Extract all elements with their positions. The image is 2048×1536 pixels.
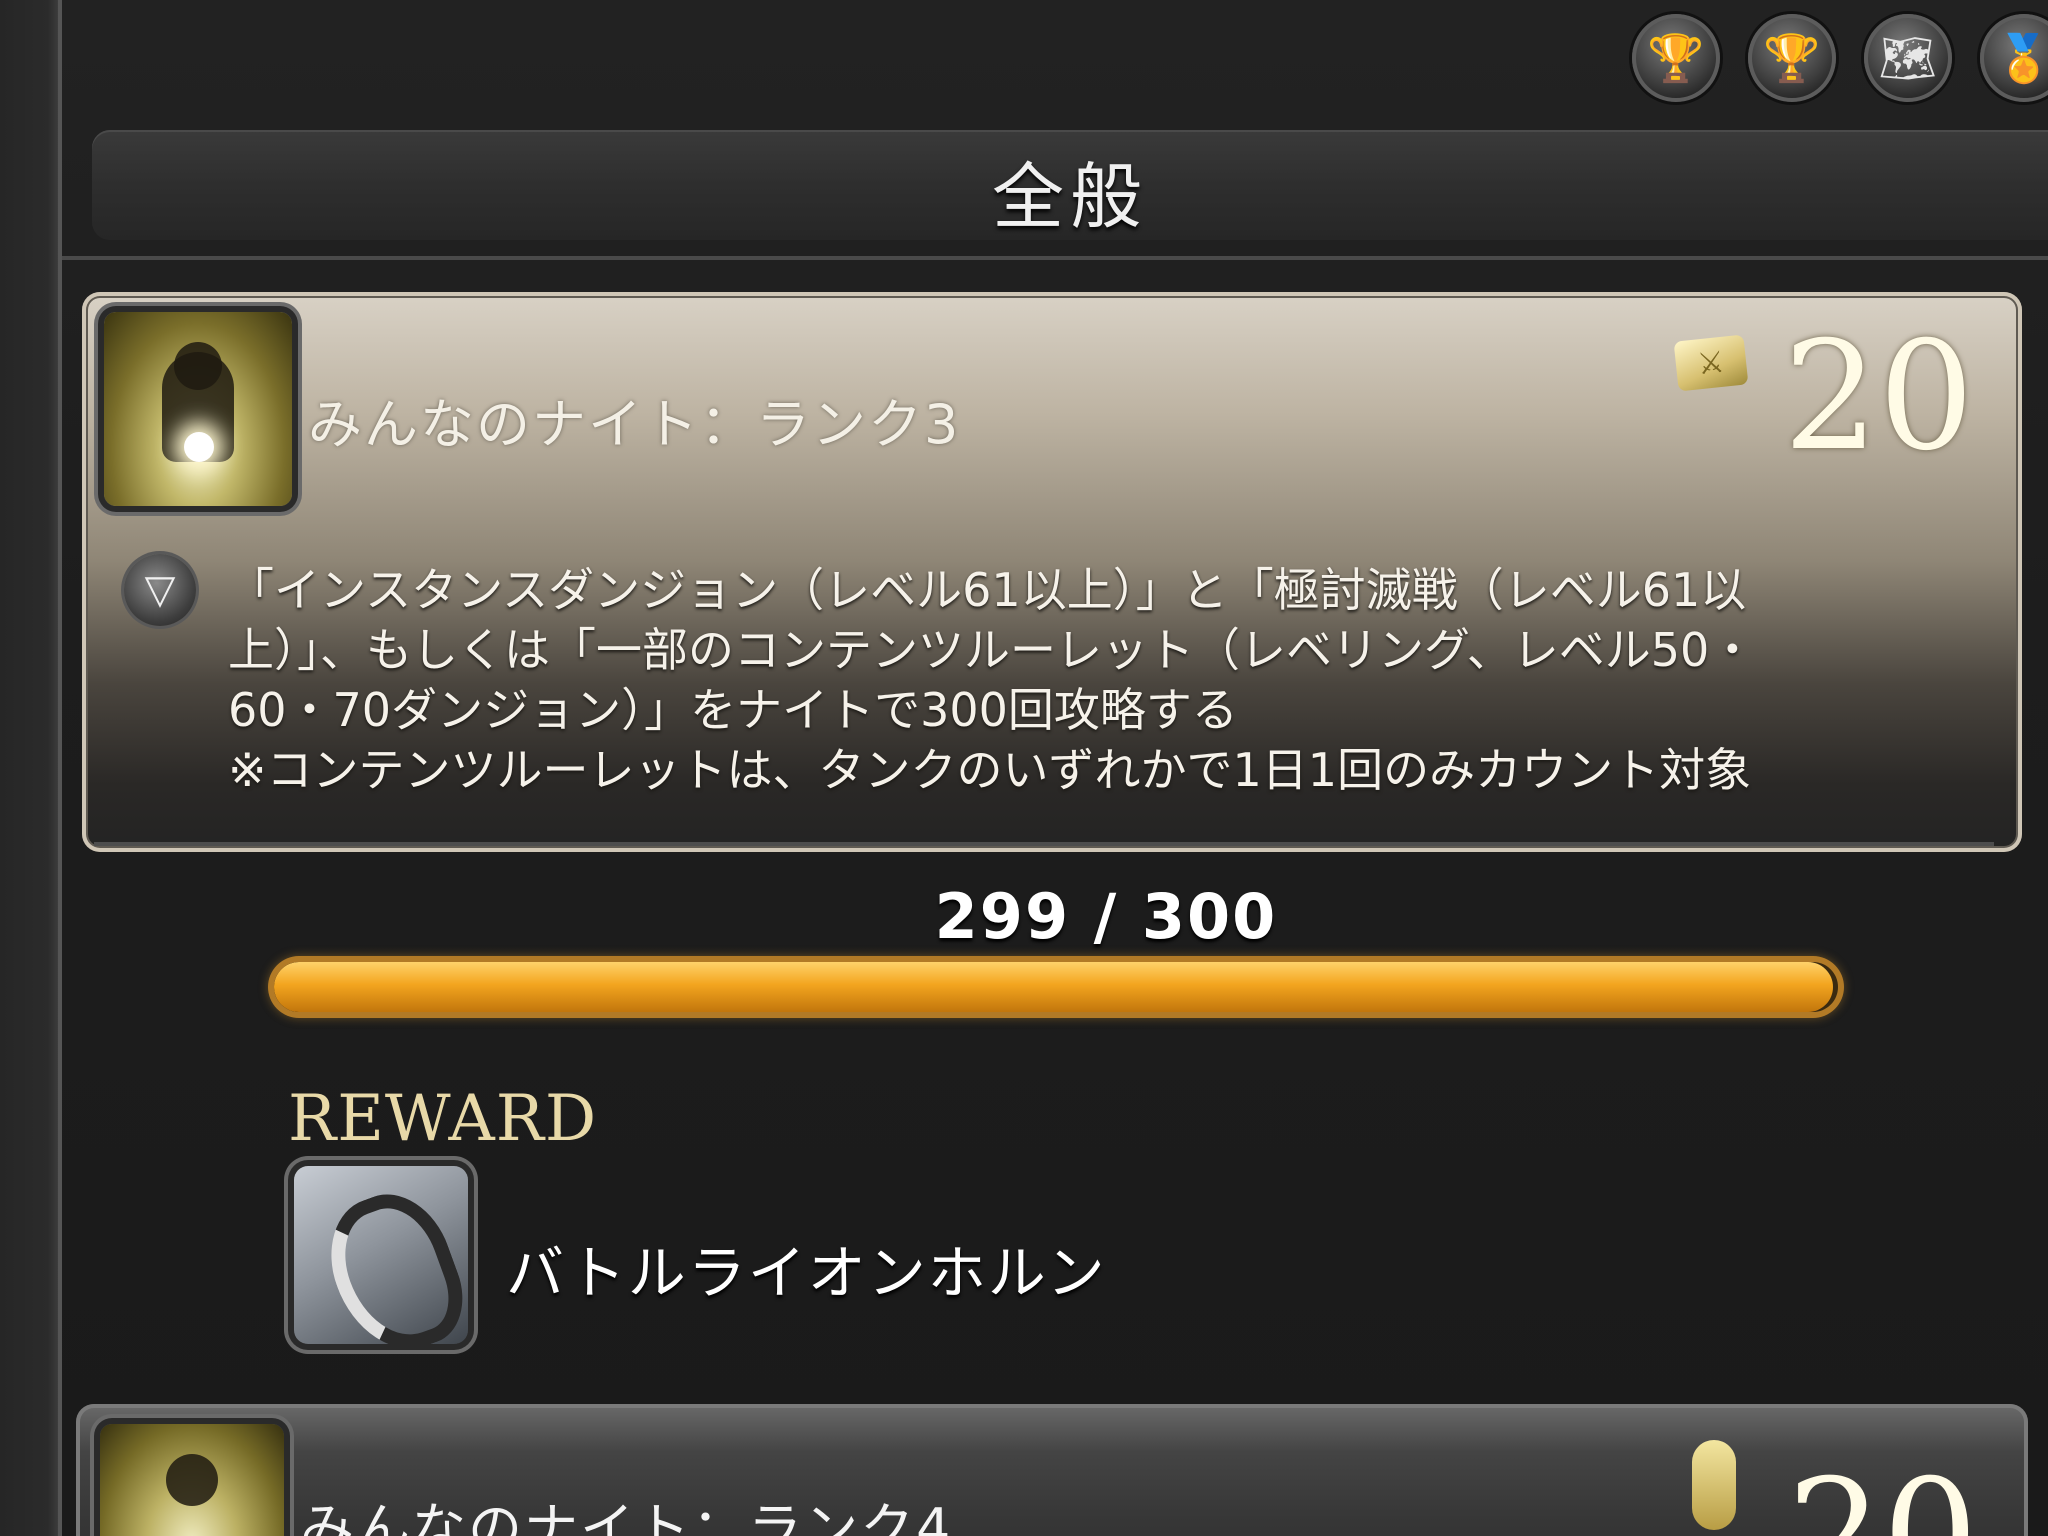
- achievement-title: みんなのナイト：ランク3: [308, 393, 961, 456]
- cup-icon[interactable]: 🏆: [1748, 14, 1836, 102]
- category-buttons: 🏆 🏆 🗺 🏅: [1632, 14, 2048, 102]
- category-title: 全般: [991, 155, 1148, 239]
- map-icon[interactable]: 🗺: [1864, 14, 1952, 102]
- next-achievement-title: みんなのナイト：ランク4: [300, 1497, 953, 1536]
- achievement-points: 20: [1783, 310, 1974, 484]
- achievement-description: 「インスタンスダンジョン（レベル61以上）」と「極討滅戦（レベル61以 上）」、…: [228, 563, 1756, 797]
- achievement-window: 🏆 🏆 🗺 🏅 全般 みんなのナイト：ランク3 ⚔ 20 ▽ 「インスタンスダン…: [0, 0, 2048, 1536]
- next-achievement-points: 20: [1787, 1448, 1978, 1536]
- progress-bar: [274, 962, 1838, 1012]
- reward-item-name[interactable]: バトルライオンホルン: [506, 1226, 1107, 1310]
- header-divider: [62, 256, 2048, 260]
- trophy-icon[interactable]: 🏆: [1632, 14, 1720, 102]
- knight-achievement-icon: [100, 1424, 284, 1536]
- horn-reward-icon[interactable]: [294, 1166, 468, 1344]
- achievement-point-icon: [1692, 1440, 1736, 1530]
- collapse-toggle-icon[interactable]: ▽: [124, 554, 196, 626]
- progress-count: 299 / 300: [934, 880, 1278, 953]
- achievement-point-icon: ⚔: [1673, 334, 1749, 392]
- knight-achievement-icon: [104, 312, 292, 506]
- progress-bar-fill: [274, 962, 1833, 1012]
- reward-label: REWARD: [288, 1082, 598, 1156]
- card-divider: [94, 842, 1994, 846]
- medal-icon[interactable]: 🏅: [1980, 14, 2048, 102]
